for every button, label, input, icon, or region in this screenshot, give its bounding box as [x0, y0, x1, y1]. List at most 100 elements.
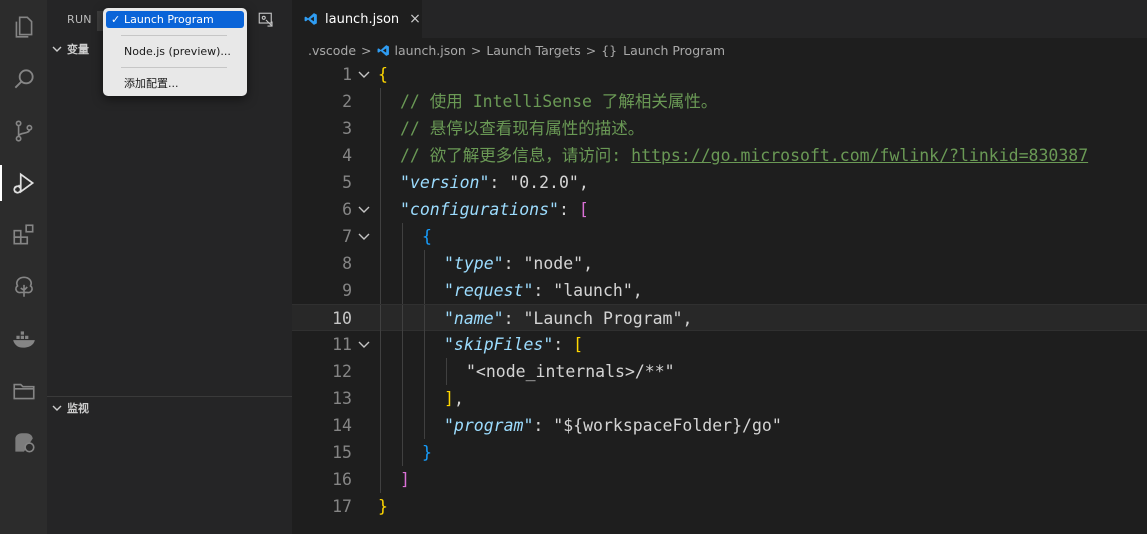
- code-token: :: [553, 335, 574, 354]
- code-line[interactable]: 11 "skipFiles": [: [292, 331, 1147, 358]
- line-number: 14: [332, 416, 352, 435]
- code-text: ],: [444, 385, 464, 412]
- code-token: {: [378, 65, 388, 84]
- code-line[interactable]: 7{: [292, 223, 1147, 250]
- breadcrumb-item[interactable]: Launch Targets: [486, 43, 580, 58]
- code-token[interactable]: https://go.microsoft.com/fwlink/?linkid=…: [631, 146, 1088, 165]
- line-number: 10: [332, 309, 352, 328]
- code-line[interactable]: 13],: [292, 385, 1147, 412]
- breadcrumb-item[interactable]: .vscode: [308, 43, 356, 58]
- line-number: 4: [342, 146, 352, 165]
- indent-guide: [424, 331, 425, 358]
- search-icon[interactable]: [0, 55, 47, 103]
- indent-guide: [402, 223, 403, 250]
- tree-icon[interactable]: [0, 263, 47, 311]
- code-text: "name": "Launch Program",: [444, 305, 692, 332]
- tab-launch-json[interactable]: launch.json ×: [292, 0, 422, 38]
- code-token: :: [533, 416, 554, 435]
- code-line[interactable]: 16]: [292, 466, 1147, 493]
- code-text: "<node_internals>/**": [466, 358, 675, 385]
- menu-item-label: Launch Program: [124, 13, 214, 26]
- menu-item-nodejs-preview[interactable]: Node.js (preview)...: [106, 43, 244, 60]
- code-token: :: [503, 309, 524, 328]
- code-text: }: [378, 493, 388, 520]
- indent-guide: [380, 412, 381, 439]
- extensions-icon[interactable]: [0, 211, 47, 259]
- code-token: // 悬停以查看现有属性的描述。: [400, 119, 645, 138]
- chevron-down-icon: [52, 405, 62, 411]
- line-number: 12: [332, 362, 352, 381]
- code-token: // 欲了解更多信息，请访问:: [400, 146, 632, 165]
- code-token: "skipFiles": [444, 335, 554, 354]
- menu-item-add-configuration[interactable]: 添加配置...: [106, 75, 244, 92]
- fold-chevron-icon[interactable]: [357, 68, 371, 82]
- chevron-down-icon: [52, 46, 62, 52]
- code-line[interactable]: 4 // 欲了解更多信息，请访问: https://go.microsoft.co…: [292, 142, 1147, 169]
- code-token: "launch": [553, 281, 633, 300]
- source-control-icon[interactable]: [0, 107, 47, 155]
- variables-label: 变量: [67, 43, 89, 56]
- breadcrumb-item[interactable]: launch.json: [395, 43, 466, 58]
- code-area[interactable]: 1{2// 使用 IntelliSense 了解相关属性。 3 // 悬停以查看现有…: [292, 61, 1147, 534]
- close-icon[interactable]: ×: [409, 11, 421, 27]
- breadcrumb-separator: >: [470, 42, 482, 58]
- indent-guide: [402, 250, 403, 277]
- indent-guide: [380, 142, 381, 169]
- code-token: :: [489, 173, 510, 192]
- tab-bar: launch.json ×: [292, 0, 1147, 38]
- explorer-icon[interactable]: [0, 3, 47, 51]
- code-line[interactable]: 8 "type": "node",: [292, 250, 1147, 277]
- run-debug-icon[interactable]: [0, 159, 47, 207]
- code-line[interactable]: 9 "request": "launch",: [292, 277, 1147, 304]
- indent-guide: [424, 358, 425, 385]
- fold-chevron-icon[interactable]: [357, 338, 371, 352]
- code-token: }: [378, 497, 388, 516]
- indent-guide: [380, 277, 381, 304]
- code-line[interactable]: 2 // 使用 IntelliSense 了解相关属性。: [292, 88, 1147, 115]
- code-token: ,: [578, 173, 589, 192]
- object-symbol-icon: {}: [601, 42, 618, 58]
- code-line[interactable]: 3 // 悬停以查看现有属性的描述。: [292, 115, 1147, 142]
- code-token: ,: [682, 309, 693, 328]
- code-line[interactable]: 15}: [292, 439, 1147, 466]
- code-token: ,: [583, 254, 594, 273]
- code-line[interactable]: 10 "name": "Launch Program",: [292, 304, 1147, 332]
- tab-label: launch.json: [325, 11, 400, 27]
- code-line[interactable]: 6 "configurations": [: [292, 196, 1147, 223]
- menu-item-label: Node.js (preview)...: [124, 45, 231, 58]
- code-line[interactable]: 12 "<node_internals>/**": [292, 358, 1147, 385]
- line-number: 15: [332, 443, 352, 462]
- remote-explorer-icon[interactable]: [0, 419, 47, 467]
- menu-item-launch-program[interactable]: ✓ Launch Program: [106, 11, 244, 28]
- fold-chevron-icon[interactable]: [357, 203, 371, 217]
- indent-guide: [380, 466, 381, 493]
- line-number: 11: [332, 335, 352, 354]
- code-text: {: [422, 223, 432, 250]
- docker-icon[interactable]: [0, 315, 47, 363]
- activity-bar: [0, 0, 47, 534]
- code-token: "version": [400, 173, 490, 192]
- line-number: 16: [332, 470, 352, 489]
- watch-section-header[interactable]: 监视: [47, 396, 292, 419]
- check-icon: ✓: [111, 13, 121, 26]
- line-number: 3: [342, 119, 352, 138]
- line-number: 8: [342, 254, 352, 273]
- code-token: "${workspaceFolder}/go": [553, 416, 782, 435]
- indent-guide: [446, 358, 447, 385]
- code-line[interactable]: 17}: [292, 493, 1147, 520]
- watch-label: 监视: [67, 402, 89, 415]
- fold-chevron-icon[interactable]: [357, 230, 371, 244]
- code-token: "request": [444, 281, 534, 300]
- code-token: :: [558, 200, 579, 219]
- code-line[interactable]: 1{: [292, 61, 1147, 88]
- indent-guide: [380, 331, 381, 358]
- code-line[interactable]: 5 "version": "0.2.0",: [292, 169, 1147, 196]
- breadcrumb-item[interactable]: Launch Program: [623, 43, 725, 58]
- debug-console-icon[interactable]: [257, 11, 275, 29]
- folder-icon[interactable]: [0, 367, 47, 415]
- code-token: ]: [444, 389, 454, 408]
- code-token: "Launch Program": [523, 309, 683, 328]
- code-line[interactable]: 14 "program": "${workspaceFolder}/go": [292, 412, 1147, 439]
- code-text: ]: [400, 466, 410, 493]
- run-title: RUN: [67, 13, 92, 26]
